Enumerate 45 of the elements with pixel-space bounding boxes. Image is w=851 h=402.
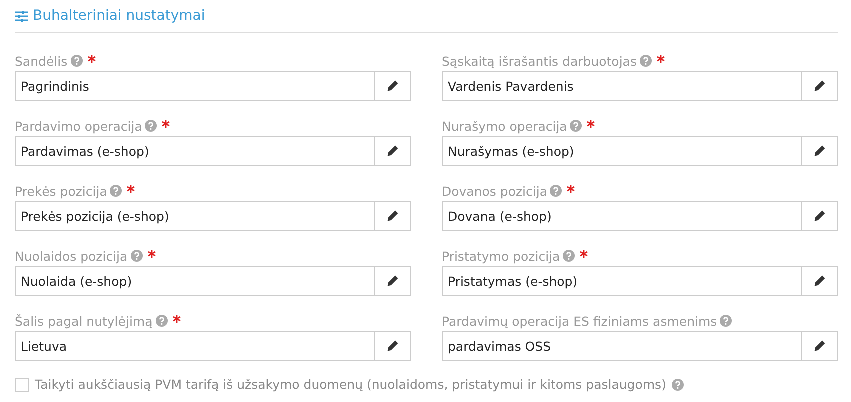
pencil-icon	[386, 340, 398, 352]
pencil-icon	[814, 210, 826, 222]
pencil-icon	[814, 145, 826, 157]
field-label: Pristatymo pozicija	[442, 248, 560, 264]
help-icon	[145, 120, 158, 132]
select-field[interactable]: Pagrindinis	[15, 71, 411, 101]
help-icon	[672, 378, 684, 390]
pencil-icon	[386, 145, 398, 157]
pencil-icon	[814, 80, 826, 92]
help-icon	[110, 185, 122, 197]
select-field[interactable]: Vardenis Pavardenis	[442, 71, 838, 101]
help-icon	[640, 55, 652, 67]
help-icon	[720, 315, 732, 327]
help-icon	[130, 250, 143, 262]
select-field[interactable]: Dovana (e-shop)	[442, 201, 838, 231]
pencil-icon	[814, 275, 826, 287]
field-label: Sąskaitą išrašantis darbuotojas	[442, 54, 637, 68]
field-label: Nuolaidos pozicija	[15, 248, 128, 264]
checkbox-label: Taikyti aukščiausią PVM tarifą iš užsakymo duomenų (nuolaidoms, pristatymui ir kitoms paslaugoms)	[35, 377, 666, 392]
select-field[interactable]: Pristatymas (e-shop)	[442, 266, 838, 296]
help-icon	[156, 315, 168, 327]
pencil-icon	[386, 80, 398, 92]
help-icon	[570, 120, 582, 132]
field-label: Dovanos pozicija	[442, 184, 548, 198]
pencil-icon	[386, 210, 398, 222]
select-field[interactable]: Pardavimas (e-shop)	[15, 136, 411, 166]
field-label: Sandėlis	[15, 54, 68, 68]
section-title: Buhalteriniai nustatymai	[33, 8, 206, 24]
checkbox[interactable]	[15, 378, 29, 392]
field-label: Prekės pozicija	[15, 184, 108, 198]
sliders-icon	[15, 10, 28, 22]
field-label: Nurašymo operacija	[442, 118, 568, 134]
field-label: Pardavimų operacija ES fiziniams asmenims	[442, 314, 718, 328]
select-field[interactable]: Prekės pozicija (e-shop)	[15, 201, 411, 231]
field-label: Pardavimo operacija	[15, 118, 142, 134]
help-icon	[550, 185, 562, 197]
select-field[interactable]: Lietuva	[15, 331, 411, 361]
pencil-icon	[386, 275, 398, 287]
field-label: Šalis pagal nutylėjimą	[15, 314, 153, 328]
select-field[interactable]: Nurašymas (e-shop)	[442, 136, 838, 166]
select-field[interactable]: Nuolaida (e-shop)	[15, 266, 411, 296]
help-icon	[563, 250, 576, 262]
help-icon	[70, 55, 83, 67]
pencil-icon	[814, 340, 826, 352]
select-field[interactable]: pardavimas OSS	[442, 331, 838, 361]
